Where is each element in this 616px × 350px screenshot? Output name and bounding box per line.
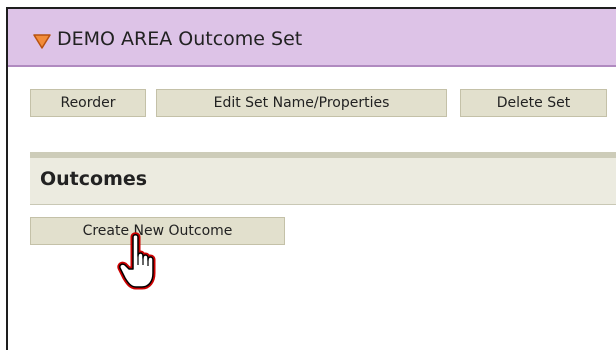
outcome-set-title: DEMO AREA Outcome Set xyxy=(57,28,303,50)
reorder-button[interactable]: Reorder xyxy=(30,89,146,117)
outcome-set-header: DEMO AREA Outcome Set xyxy=(8,9,616,67)
triangle-down-icon[interactable] xyxy=(33,34,51,50)
edit-set-name-properties-button[interactable]: Edit Set Name/Properties xyxy=(156,89,447,117)
delete-set-button[interactable]: Delete Set xyxy=(460,89,607,117)
outcomes-heading: Outcomes xyxy=(40,168,148,190)
hand-pointer-icon xyxy=(117,232,156,290)
outcome-set-panel: DEMO AREA Outcome Set Reorder Edit Set N… xyxy=(6,7,616,350)
outcomes-section-header: Outcomes xyxy=(30,152,616,205)
